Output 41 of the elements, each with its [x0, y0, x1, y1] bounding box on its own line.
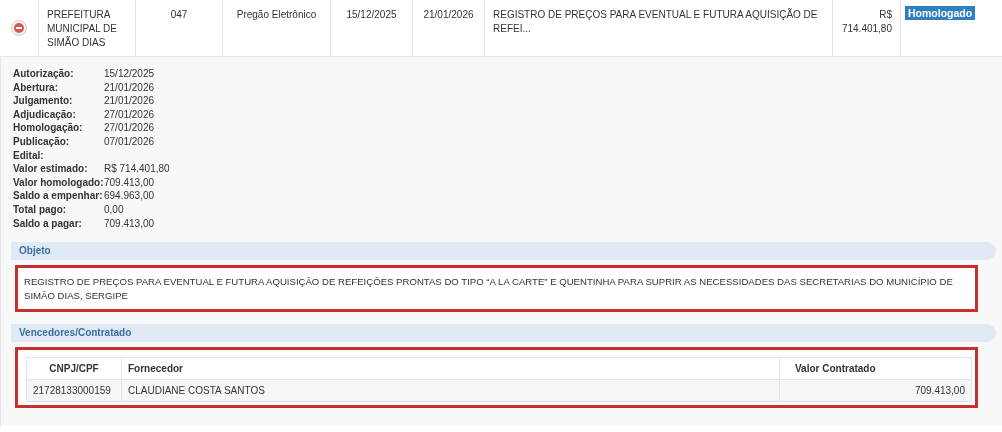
table-cell: REGISTRO DE PREÇOS PARA EVENTUAL E FUTURA AQUISIÇÃO DE REFEI... — [493, 9, 818, 34]
field-value: 709.413,00 — [104, 216, 156, 231]
field-label: Saldo a pagar: — [13, 216, 83, 231]
field-value: 27/01/2026 — [104, 107, 156, 122]
table-cell: 15/12/2025 — [346, 9, 397, 20]
table-cell: 047 — [170, 9, 188, 20]
field-value: R$ 714.401,80 — [104, 162, 170, 176]
field-value: 21/01/2026 — [104, 94, 156, 108]
field-label: Abertura: — [13, 80, 59, 95]
object-text: REGISTRO DE PREÇOS PARA EVENTUAL E FUTURA AQUISIÇÃO DE REFEIÇÕES PRONTAS DO TIPO “A LA CARTE” E QUENTINHA PARA SUPRIR AS NECESSIDADES DAS SECRETARIAS DO MUNICÍPIO DE SIMÃO DIAS, SERGIPE — [23, 275, 954, 304]
field-label: Homologação: — [13, 121, 84, 135]
field-value: 21/01/2026 — [104, 80, 156, 95]
status-badge: Homologado — [905, 6, 976, 20]
field-value: 15/12/2025 — [104, 67, 156, 81]
field-label: Publicação: — [13, 134, 71, 149]
table-cell: 709.413,00 — [779, 379, 972, 402]
field-label: Julgamento: — [13, 94, 74, 108]
table-cell: 21728133000159 — [26, 379, 122, 402]
field-label: Edital: — [13, 148, 45, 163]
field-label: Saldo a empenhar: — [13, 189, 104, 203]
column-header: Valor Contratado — [779, 357, 972, 380]
column-header: Fornecedor — [121, 357, 780, 380]
field-value: 694.963,00 — [104, 189, 156, 203]
field-value: 27/01/2026 — [104, 121, 156, 135]
collapse-button[interactable] — [11, 20, 27, 36]
field-label: Adjudicação: — [13, 107, 77, 122]
table-cell: R$ 714.401,80 — [841, 9, 892, 34]
table-cell: 21/01/2026 — [423, 9, 474, 20]
table-cell: Pregão Eletrônico — [236, 9, 317, 20]
field-value: 07/01/2026 — [104, 134, 156, 149]
field-label: Total pago: — [13, 202, 68, 217]
field-value: 0,00 — [104, 202, 125, 217]
table-cell: CLAUDIANE COSTA SANTOS — [121, 379, 780, 402]
section-header: Objeto — [11, 242, 996, 261]
field-label: Autorização: — [13, 67, 75, 81]
field-label: Valor homologado: — [13, 175, 104, 190]
column-header: CNPJ/CPF — [26, 357, 122, 380]
table-cell: PREFEITURA MUNICIPAL DE SIMÃO DIAS — [47, 9, 117, 48]
field-label: Valor estimado: — [13, 162, 89, 176]
field-value: 709.413,00 — [104, 175, 156, 190]
section-header: Vencedores/Contratado — [11, 324, 996, 343]
